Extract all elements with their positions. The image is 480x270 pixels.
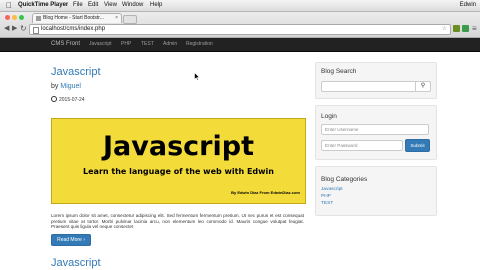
close-tab-icon[interactable]: × [115, 14, 118, 23]
bookmark-star-icon[interactable]: ☆ [442, 25, 447, 34]
login-submit-button[interactable]: Submit [405, 139, 430, 152]
post-author-link[interactable]: Miguel [60, 83, 81, 90]
minimize-window-icon[interactable] [12, 15, 17, 20]
password-input[interactable]: Enter Password [321, 140, 403, 151]
browser-menu-icon[interactable]: ≡ [472, 25, 477, 33]
post-excerpt: Lorem ipsum dolor sit amet, consectetur … [51, 213, 304, 230]
menu-edit[interactable]: Edit [88, 2, 98, 9]
new-tab-button[interactable] [123, 15, 137, 24]
tab-title: Blog Home - Start Bootstr... [43, 15, 104, 21]
extension-icon[interactable] [453, 25, 460, 32]
category-link-php[interactable]: PHP [321, 194, 331, 200]
post-image-subtitle: Learn the language of the web with Edwin [83, 167, 274, 176]
search-button[interactable]: ⚲ [415, 81, 431, 92]
category-link-javascript[interactable]: Javascript [321, 187, 343, 193]
site-navbar: CMS Front Javascript PHP TEST Admin Regi… [0, 38, 480, 52]
chevron-right-icon: › [83, 237, 85, 243]
clock-icon [51, 96, 57, 102]
web-page: CMS Front Javascript PHP TEST Admin Regi… [0, 38, 480, 270]
address-bar-url: localhost/cms/index.php [41, 26, 106, 32]
blog-search-heading: Blog Search [321, 68, 357, 75]
read-more-button[interactable]: Read More › [51, 234, 91, 246]
mouse-cursor-icon [194, 72, 200, 81]
blog-search-input[interactable] [321, 81, 416, 92]
page-favicon-icon [36, 16, 41, 21]
blog-search-widget: Blog Search ⚲ [315, 62, 437, 99]
zoom-window-icon[interactable] [19, 15, 24, 20]
nav-item-javascript[interactable]: Javascript [89, 38, 112, 51]
post-title-link[interactable]: Javascript [51, 66, 101, 79]
nav-item-registration[interactable]: Registration [186, 38, 213, 51]
menu-window[interactable]: Window [122, 2, 143, 9]
post-date: 2015-07-24 [51, 96, 85, 104]
blog-categories-widget: Blog Categories Javascript PHP TEST [315, 166, 437, 216]
reload-icon[interactable]: ↻ [20, 25, 27, 33]
nav-item-php[interactable]: PHP [121, 38, 131, 51]
username-input[interactable]: Enter Username [321, 124, 429, 135]
post-byline: by Miguel [51, 82, 81, 91]
menu-view[interactable]: View [104, 2, 117, 9]
site-brand-link[interactable]: CMS Front [51, 38, 80, 51]
menu-user-name[interactable]: Edwin [460, 2, 476, 9]
browser-chrome: Blog Home - Start Bootstr... × ◀ ▶ ↻ loc… [0, 12, 480, 38]
back-arrow-icon[interactable]: ◀ [4, 25, 9, 33]
blog-categories-heading: Blog Categories [321, 176, 368, 183]
apple-icon[interactable]:  [6, 1, 12, 10]
post-date-text: 2015-07-24 [59, 97, 85, 103]
address-bar[interactable]: localhost/cms/index.php ☆ [29, 24, 451, 35]
login-heading: Login [321, 113, 337, 120]
browser-tab[interactable]: Blog Home - Start Bootstr... × [32, 13, 122, 23]
post-image: Javascript Learn the language of the web… [51, 118, 306, 204]
menu-help[interactable]: Help [150, 2, 162, 9]
post-image-title: Javascript [103, 131, 254, 162]
extension-evernote-icon[interactable] [462, 25, 469, 32]
post-image-credit: By Edwin Diaz From EdwinDiaz.com [231, 190, 300, 195]
category-link-test[interactable]: TEST [321, 201, 333, 207]
byline-prefix: by [51, 83, 59, 90]
page-icon [33, 27, 39, 34]
nav-item-admin[interactable]: Admin [163, 38, 177, 51]
menu-app-name[interactable]: QuickTime Player [18, 2, 68, 9]
read-more-label: Read More [57, 237, 82, 243]
search-icon: ⚲ [420, 83, 426, 89]
forward-arrow-icon[interactable]: ▶ [12, 25, 17, 33]
macos-menu-bar:  QuickTime Player File Edit View Window… [0, 0, 480, 12]
next-post-title-link[interactable]: Javascript [51, 257, 101, 270]
menu-file[interactable]: File [73, 2, 83, 9]
login-widget: Login Enter Username Enter Password Subm… [315, 105, 437, 160]
close-window-icon[interactable] [5, 15, 10, 20]
nav-item-test[interactable]: TEST [141, 38, 154, 51]
